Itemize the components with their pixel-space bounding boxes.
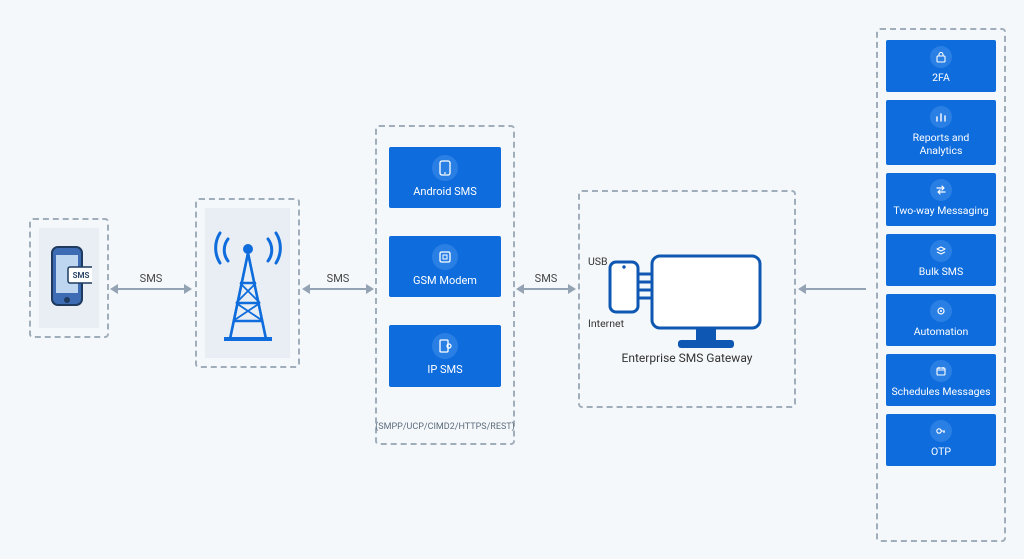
feature-schedules: Schedules Messages bbox=[886, 354, 996, 406]
phone-device-icon bbox=[432, 155, 458, 181]
ip-sms-label: IP SMS bbox=[427, 363, 462, 376]
feature-automation: Automation bbox=[886, 294, 996, 346]
lock-icon bbox=[930, 46, 952, 68]
mobile-device-box: SMS bbox=[29, 218, 109, 338]
feature-2fa-label: 2FA bbox=[932, 71, 950, 84]
phone-sms-icon: SMS bbox=[46, 245, 92, 311]
gear-icon bbox=[930, 300, 952, 322]
gsm-modem-label: GSM Modem bbox=[413, 274, 477, 287]
internet-label: Internet bbox=[588, 317, 624, 330]
feature-2fa: 2FA bbox=[886, 40, 996, 92]
feature-twoway: Two-way Messaging bbox=[886, 173, 996, 225]
cell-tower-tile bbox=[205, 208, 290, 358]
sim-card-icon bbox=[432, 244, 458, 270]
arrow-features-to-gateway bbox=[806, 288, 866, 290]
arrow-tower-to-modules bbox=[310, 288, 366, 290]
twoway-arrows-icon bbox=[930, 179, 952, 201]
usb-label: USB bbox=[588, 255, 608, 268]
android-sms-label: Android SMS bbox=[413, 185, 477, 198]
enterprise-gateway-box bbox=[578, 190, 796, 408]
gateway-caption: Enterprise SMS Gateway bbox=[578, 350, 796, 366]
gsm-modem-module: GSM Modem bbox=[389, 236, 501, 297]
key-icon bbox=[930, 420, 952, 442]
network-device-icon bbox=[432, 333, 458, 359]
android-sms-module: Android SMS bbox=[389, 147, 501, 208]
calendar-icon bbox=[930, 360, 952, 382]
feature-bulk-label: Bulk SMS bbox=[919, 265, 963, 278]
svg-text:SMS: SMS bbox=[73, 271, 90, 280]
cell-tower-icon bbox=[210, 223, 286, 343]
stack-icon bbox=[930, 240, 952, 262]
feature-bulk: Bulk SMS bbox=[886, 234, 996, 286]
feature-otp: OTP bbox=[886, 414, 996, 466]
ip-sms-module: IP SMS bbox=[389, 325, 501, 386]
arrow-label-sms-3: SMS bbox=[535, 272, 558, 285]
feature-automation-label: Automation bbox=[914, 325, 969, 338]
feature-schedules-label: Schedules Messages bbox=[891, 385, 990, 398]
arrow-label-sms-2: SMS bbox=[327, 272, 350, 285]
chart-icon bbox=[930, 106, 952, 128]
mobile-device-tile: SMS bbox=[39, 228, 99, 328]
arrow-phone-to-tower bbox=[118, 288, 184, 290]
cell-tower-box bbox=[195, 198, 300, 368]
feature-reports: Reports and Analytics bbox=[886, 100, 996, 165]
feature-reports-label: Reports and Analytics bbox=[890, 131, 992, 157]
arrow-label-sms-1: SMS bbox=[140, 272, 163, 285]
feature-twoway-label: Two-way Messaging bbox=[893, 204, 988, 217]
computer-with-phone-icon bbox=[602, 244, 772, 354]
features-box: 2FA Reports and Analytics Two-way Messag… bbox=[876, 28, 1006, 542]
arrow-modules-to-gateway bbox=[524, 288, 568, 290]
sms-channels-box: Android SMS GSM Modem IP SMS bbox=[375, 125, 515, 445]
protocols-note: (SMPP/UCP/CIMD2/HTTPS/REST) bbox=[375, 422, 515, 432]
feature-otp-label: OTP bbox=[931, 445, 951, 458]
